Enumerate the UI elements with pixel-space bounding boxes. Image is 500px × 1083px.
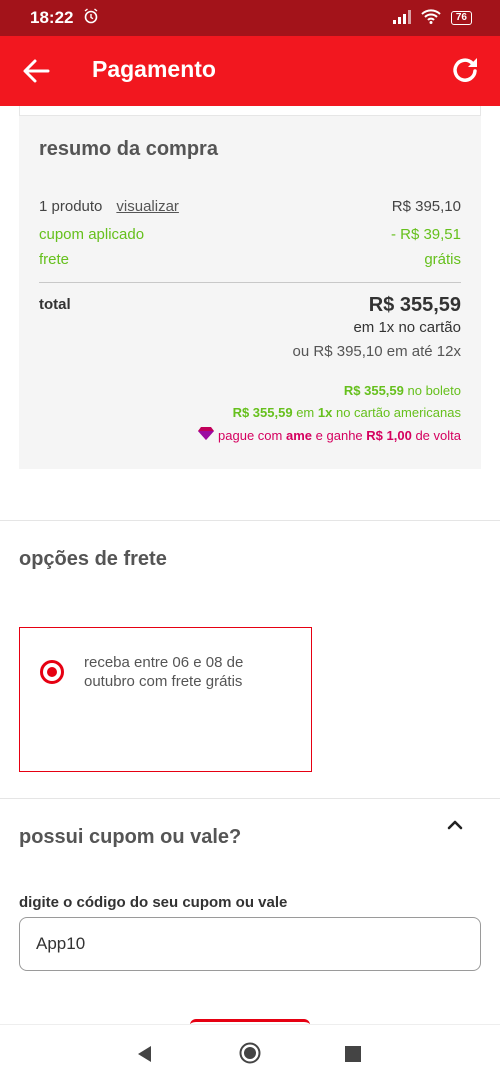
coupon-row: cupom aplicado - R$ 39,51 xyxy=(39,226,461,243)
back-arrow-icon[interactable] xyxy=(22,58,50,84)
product-row: 1 produto visualizar R$ 395,10 xyxy=(39,198,461,215)
chevron-up-icon[interactable] xyxy=(446,818,464,830)
system-nav-bar xyxy=(0,1024,500,1083)
shipping-option-text: receba entre 06 e 08 de outubro com fret… xyxy=(84,654,244,690)
shipping-row: frete grátis xyxy=(39,251,461,268)
battery-icon: 76 xyxy=(450,11,472,25)
nav-recents-icon[interactable] xyxy=(345,1046,361,1062)
card-line: R$ 355,59 em 1x no cartão americanas xyxy=(233,405,461,420)
summary-divider xyxy=(39,282,461,283)
status-bar: 18:22 76 xyxy=(0,0,500,36)
boleto-line: R$ 355,59 no boleto xyxy=(344,383,461,398)
view-products-link[interactable]: visualizar xyxy=(116,198,179,215)
boleto-price: R$ 355,59 xyxy=(343,383,404,398)
card-times: 1x xyxy=(317,405,333,420)
signal-icon xyxy=(392,9,411,27)
alarm-icon xyxy=(83,7,99,29)
coupon-label: cupom aplicado xyxy=(39,226,145,243)
card-mid: em xyxy=(296,405,315,420)
installments-note: ou R$ 395,10 em até 12x xyxy=(292,343,461,360)
nav-back-icon[interactable] xyxy=(136,1045,154,1063)
refresh-icon[interactable] xyxy=(450,54,480,86)
section-divider xyxy=(0,798,500,799)
nav-home-icon[interactable] xyxy=(239,1042,261,1064)
card-text: no cartão americanas xyxy=(335,405,461,420)
status-time: 18:22 xyxy=(30,8,74,27)
shipping-options-title: opções de frete xyxy=(19,548,167,570)
ame-cashback-value: R$ 1,00 xyxy=(366,427,412,443)
section-divider xyxy=(0,520,500,521)
card-price: R$ 355,59 xyxy=(232,405,293,420)
ame-brand: ame xyxy=(286,427,313,443)
coupon-discount: - R$ 39,51 xyxy=(390,226,461,243)
coupon-code-input[interactable] xyxy=(19,917,481,971)
ame-diamond-icon xyxy=(198,427,215,443)
purchase-summary: resumo da compra 1 produto visualizar R$… xyxy=(19,116,481,469)
ame-mid: e ganhe xyxy=(315,427,363,443)
ame-prefix: pague com xyxy=(218,427,283,443)
shipping-option-radio[interactable] xyxy=(40,660,64,684)
shipping-label: frete xyxy=(39,251,70,268)
total-value: R$ 355,59 xyxy=(368,294,461,316)
app-bar: Pagamento xyxy=(0,36,500,106)
boleto-text: no boleto xyxy=(407,383,462,398)
coupon-field-label: digite o código do seu cupom ou vale xyxy=(19,894,288,911)
page-title: Pagamento xyxy=(92,56,216,82)
product-price: R$ 395,10 xyxy=(391,198,461,215)
summary-top-edge xyxy=(19,106,481,116)
total-label: total xyxy=(39,296,71,313)
summary-title: resumo da compra xyxy=(39,138,218,160)
ame-cashback-line: pague com ame e ganhe R$ 1,00 de volta xyxy=(198,427,461,443)
total-payment-note: em 1x no cartão xyxy=(353,319,461,336)
shipping-value: grátis xyxy=(424,251,461,268)
product-count: 1 produto xyxy=(39,198,103,215)
wifi-icon xyxy=(421,9,441,27)
coupon-section-title: possui cupom ou vale? xyxy=(19,826,242,848)
ame-suffix: de volta xyxy=(415,427,461,443)
shipping-option-card[interactable]: receba entre 06 e 08 de outubro com fret… xyxy=(19,627,312,772)
